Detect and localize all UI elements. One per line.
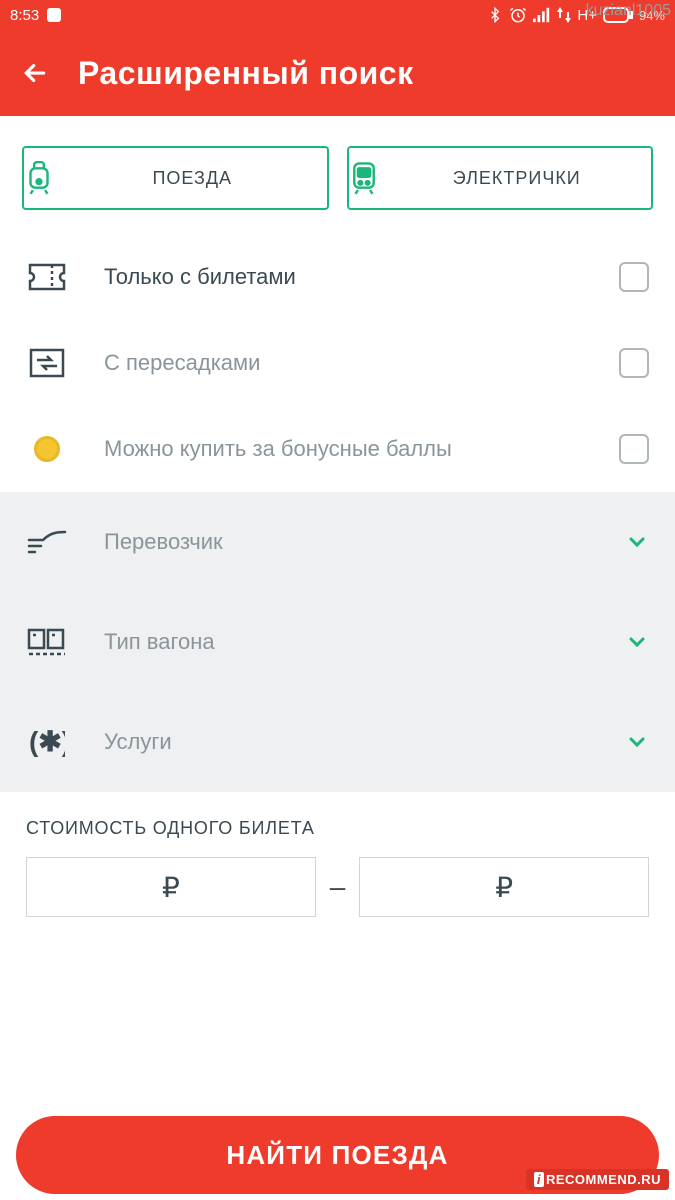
- dropdown-services[interactable]: (✱) Услуги: [0, 692, 675, 792]
- chevron-down-icon: [625, 530, 649, 554]
- chevron-down-icon: [625, 630, 649, 654]
- back-arrow-icon[interactable]: [20, 58, 50, 88]
- price-section: СТОИМОСТЬ ОДНОГО БИЛЕТА ₽ – ₽: [0, 792, 675, 917]
- dropdown-carrier-label: Перевозчик: [72, 529, 625, 555]
- dropdown-car-type[interactable]: Тип вагона: [0, 592, 675, 692]
- ruble-icon: ₽: [495, 871, 513, 904]
- app-header: Расширенный поиск: [0, 30, 675, 116]
- watermark-site: iRECOMMEND.RU: [526, 1169, 669, 1190]
- car-type-icon: [27, 626, 67, 658]
- page-title: Расширенный поиск: [78, 55, 414, 92]
- tab-suburban[interactable]: ЭЛЕКТРИЧКИ: [347, 146, 654, 210]
- watermark-username: kuzianl1005: [586, 2, 671, 20]
- filter-bonus[interactable]: Можно купить за бонусные баллы: [0, 406, 675, 492]
- checkbox-tickets[interactable]: [619, 262, 649, 292]
- dropdown-carrier[interactable]: Перевозчик: [0, 492, 675, 592]
- dropdown-services-label: Услуги: [72, 729, 625, 755]
- services-icon: (✱): [29, 727, 65, 757]
- carrier-icon: [27, 528, 67, 556]
- filter-tickets-label: Только с билетами: [72, 264, 619, 290]
- suburban-train-icon: [349, 161, 379, 195]
- price-title: СТОИМОСТЬ ОДНОГО БИЛЕТА: [26, 818, 649, 839]
- tab-trains[interactable]: ПОЕЗДА: [22, 146, 329, 210]
- filter-transfers[interactable]: С пересадками: [0, 320, 675, 406]
- svg-text:(✱): (✱): [29, 727, 65, 757]
- search-button-label: НАЙТИ ПОЕЗДА: [226, 1140, 448, 1171]
- tab-suburban-label: ЭЛЕКТРИЧКИ: [393, 168, 652, 189]
- ruble-icon: ₽: [162, 871, 180, 904]
- chevron-down-icon: [625, 730, 649, 754]
- status-bar: 8:53 H+ 94%: [0, 0, 675, 30]
- tab-trains-label: ПОЕЗДА: [68, 168, 327, 189]
- filter-tickets-only[interactable]: Только с билетами: [0, 234, 675, 320]
- coin-icon: [34, 436, 60, 462]
- alarm-icon: [509, 6, 527, 24]
- bluetooth-icon: [487, 7, 503, 23]
- ticket-icon: [28, 263, 66, 291]
- filter-transfers-label: С пересадками: [72, 350, 619, 376]
- price-max-input[interactable]: ₽: [359, 857, 649, 917]
- filter-bonus-label: Можно купить за бонусные баллы: [72, 435, 619, 463]
- checkbox-transfers[interactable]: [619, 348, 649, 378]
- dropdown-car-type-label: Тип вагона: [72, 629, 625, 655]
- price-min-input[interactable]: ₽: [26, 857, 316, 917]
- price-separator: –: [330, 871, 346, 903]
- data-icon: [557, 7, 571, 23]
- status-time: 8:53: [10, 7, 39, 24]
- signal-icon: [533, 7, 551, 23]
- checkbox-bonus[interactable]: [619, 434, 649, 464]
- status-app-icon: [47, 8, 61, 22]
- train-icon: [24, 161, 54, 195]
- transfers-icon: [29, 348, 65, 378]
